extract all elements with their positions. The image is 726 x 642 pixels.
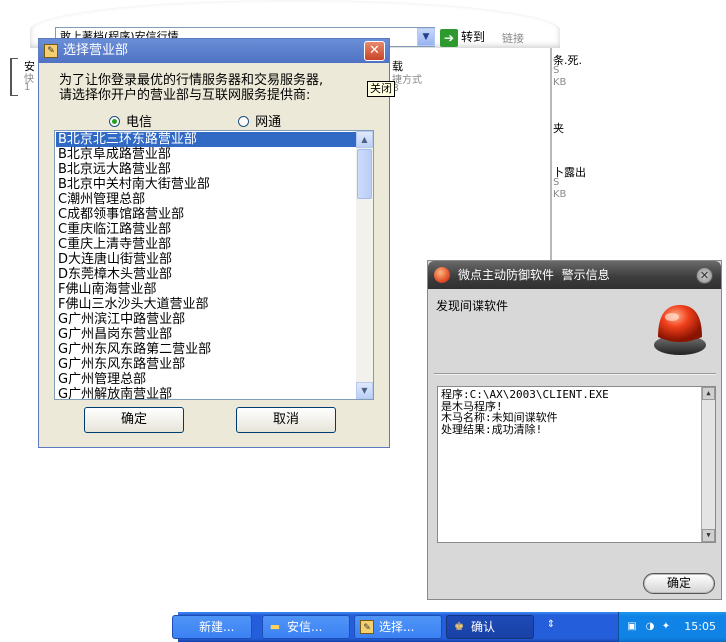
branch-list-item[interactable]: C重庆临江路营业部 xyxy=(56,222,356,237)
dialog-titlebar[interactable]: ✎ 选择营业部 ✕ xyxy=(39,39,389,63)
network-icon[interactable]: ▣ xyxy=(625,620,639,634)
branch-list-item[interactable]: G广州滨江中路营业部 xyxy=(56,312,356,327)
branch-list-item[interactable]: G广州解放南营业部 xyxy=(56,387,356,399)
isp-radio-group: 电信 网通 xyxy=(109,111,363,130)
links-label[interactable]: 链接 xyxy=(502,30,524,46)
bg-text-right-1-sub: S xyxy=(553,65,560,76)
scrollbar-thumb[interactable] xyxy=(357,149,372,199)
branch-list-item[interactable]: F佛山南海营业部 xyxy=(56,282,356,297)
branch-list-item[interactable]: C成都领事馆路营业部 xyxy=(56,207,356,222)
radio-unchecked-icon[interactable] xyxy=(238,116,250,127)
branch-list-item[interactable]: C重庆上清寺营业部 xyxy=(56,237,356,252)
isp-option-netcom[interactable]: 网通 xyxy=(238,111,281,130)
dialog-close-button[interactable]: ✕ xyxy=(364,41,385,61)
alert-titlebar[interactable]: 微点主动防御软件 警示信息 ✕ xyxy=(428,261,721,289)
branch-list-item[interactable]: G广州昌岗东营业部 xyxy=(56,327,356,342)
folder-icon: ▬ xyxy=(269,620,281,633)
scroll-up-arrow-icon[interactable]: ▲ xyxy=(356,131,373,148)
taskbar-button-label: 选择... xyxy=(379,620,415,634)
dialog-prompt: 为了让你登录最优的行情服务器和交易服务器, 请选择你开户的营业部与互联网服务提供… xyxy=(59,73,379,103)
branch-list-item[interactable]: B北京阜成路营业部 xyxy=(56,147,356,162)
taskbar-button-new[interactable]: 新建... xyxy=(172,615,252,639)
address-dropdown-button[interactable]: ▼ xyxy=(417,28,435,46)
alarm-light-icon xyxy=(654,305,706,355)
go-arrow-icon: ➔ xyxy=(440,28,458,47)
alert-heading: 发现间谍软件 xyxy=(436,299,509,313)
taskbar-button-label: 新建... xyxy=(199,620,235,634)
taskbar-button-label: 确认 xyxy=(471,620,496,634)
taskbar-button-label: 安信... xyxy=(287,620,323,634)
bg-text-right-1-size: KB xyxy=(553,77,567,88)
ie-icon xyxy=(178,620,192,634)
prompt-line-1: 为了让你登录最优的行情服务器和交易服务器, xyxy=(59,73,324,88)
branch-list-item[interactable]: G广州管理总部 xyxy=(56,372,356,387)
branch-list-item[interactable]: B北京北三环东路营业部 xyxy=(56,132,356,147)
bg-text-right-3-sub: S xyxy=(553,177,560,188)
taskbar-button-anxin[interactable]: ▬ 安信... xyxy=(262,615,350,639)
select-branch-dialog: ✎ 选择营业部 ✕ 为了让你登录最优的行情服务器和交易服务器, 请选择你开户的营… xyxy=(38,38,390,448)
branch-list-item[interactable]: D大连唐山街营业部 xyxy=(56,252,356,267)
security-alert-window: 微点主动防御软件 警示信息 ✕ 发现间谍软件 程序:C:\AX\2003\CLI… xyxy=(427,260,722,600)
volume-icon[interactable]: ◑ xyxy=(643,620,657,634)
scroll-up-arrow-icon[interactable]: ▲ xyxy=(702,387,715,400)
dialog-title: 选择营业部 xyxy=(63,43,129,58)
branch-items: B北京北三环东路营业部 B北京阜成路营业部 B北京远大路营业部 B北京中关村南大街营业… xyxy=(56,132,356,399)
alert-line: 程序:C:\AX\2003\CLIENT.EXE xyxy=(441,388,609,401)
taskbar-button-confirm[interactable]: ♚ 确认 xyxy=(446,615,534,639)
ok-button[interactable]: 确定 xyxy=(84,407,184,433)
alert-close-button[interactable]: ✕ xyxy=(696,267,713,284)
scroll-down-arrow-icon[interactable]: ▼ xyxy=(356,382,373,399)
alert-ok-button[interactable]: 确定 xyxy=(643,573,715,594)
confirm-icon: ♚ xyxy=(454,620,464,633)
go-button[interactable]: ➔ 转到 xyxy=(440,26,496,48)
taskbar: 新建... ▬ 安信... ✎ 选择... ♚ 确认 ⇕ ▣ ◑ ✦ 15:05 xyxy=(172,612,726,642)
branch-list-scrollbar[interactable]: ▲ ▼ xyxy=(356,131,373,399)
bg-text-right-3-size: KB xyxy=(553,189,567,200)
taskbar-scroll-icon[interactable]: ⇕ xyxy=(544,618,558,632)
taskbar-button-select[interactable]: ✎ 选择... xyxy=(354,615,442,639)
close-tooltip: 关闭 xyxy=(367,81,395,97)
bg-text-left-3: 1 xyxy=(24,82,31,93)
alert-line: 木马名称:未知间谍软件 xyxy=(441,411,558,424)
app-icon: ✎ xyxy=(44,44,58,58)
branch-list-item[interactable]: D东莞樟木头营业部 xyxy=(56,267,356,282)
isp-option-telecom[interactable]: 电信 xyxy=(109,111,152,130)
alert-scrollbar[interactable]: ▲ ▼ xyxy=(701,387,715,542)
alert-details-textbox[interactable]: 程序:C:\AX\2003\CLIENT.EXE 是木马程序! 木马名称:未知间… xyxy=(437,386,716,543)
prompt-line-2: 请选择你开户的营业部与互联网服务提供商: xyxy=(59,88,311,103)
security-tray-icon[interactable]: ✦ xyxy=(659,620,673,634)
clock[interactable]: 15:05 xyxy=(684,620,716,633)
branch-list-item[interactable]: B北京远大路营业部 xyxy=(56,162,356,177)
radio-checked-icon[interactable] xyxy=(109,116,120,127)
cancel-button[interactable]: 取消 xyxy=(236,407,336,433)
bg-text-right-2: 夹 xyxy=(553,122,564,135)
app-icon: ✎ xyxy=(360,620,374,634)
alert-title: 微点主动防御软件 警示信息 xyxy=(458,268,610,282)
branch-list-item[interactable]: B北京中关村南大街营业部 xyxy=(56,177,356,192)
alert-line: 处理结果:成功清除! xyxy=(441,422,543,436)
left-bracket-decoration xyxy=(10,58,18,96)
branch-list-item[interactable]: F佛山三水沙头大道营业部 xyxy=(56,297,356,312)
antivirus-logo-icon xyxy=(434,267,450,283)
branch-list[interactable]: B北京北三环东路营业部 B北京阜成路营业部 B北京远大路营业部 B北京中关村南大街营业… xyxy=(54,130,374,400)
isp-option-label: 电信 xyxy=(126,115,153,130)
system-tray: ▣ ◑ ✦ 15:05 xyxy=(618,612,726,642)
alert-divider xyxy=(434,373,716,375)
branch-list-item[interactable]: C潮州管理总部 xyxy=(56,192,356,207)
isp-option-label: 网通 xyxy=(255,115,282,130)
scroll-down-arrow-icon[interactable]: ▼ xyxy=(702,529,715,542)
go-label: 转到 xyxy=(461,30,486,44)
branch-list-item[interactable]: G广州东风东路营业部 xyxy=(56,357,356,372)
branch-list-item[interactable]: G广州东风东路第二营业部 xyxy=(56,342,356,357)
